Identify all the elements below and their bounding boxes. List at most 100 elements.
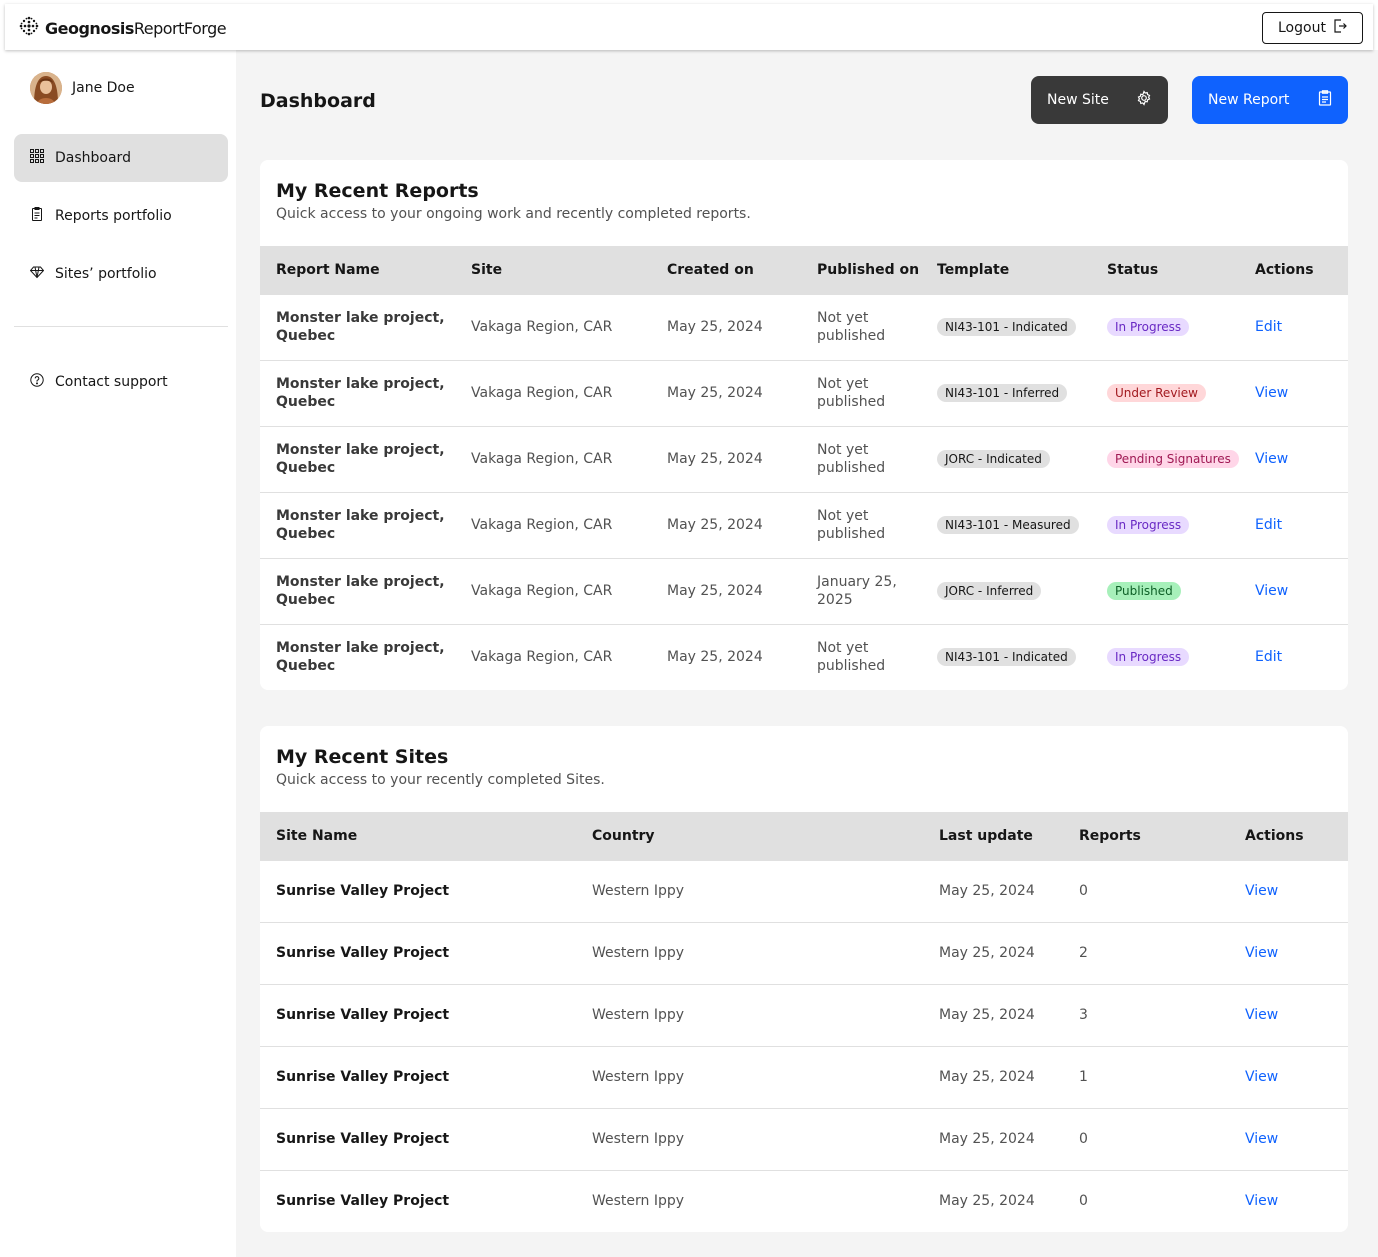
- column-header[interactable]: Status: [1091, 246, 1239, 294]
- status-cell: In Progress: [1091, 293, 1239, 360]
- table-row[interactable]: Monster lake project, Quebec Vakaga Regio…: [260, 623, 1348, 690]
- status-cell: Pending Signatures: [1091, 425, 1239, 492]
- clipboard-icon: [1318, 90, 1332, 110]
- last-update-cell: May 25, 2024: [923, 1107, 1063, 1170]
- table-row[interactable]: Sunrise Valley Project Western Ippy May 25…: [260, 1045, 1348, 1108]
- table-row[interactable]: Sunrise Valley Project Western Ippy May 25…: [260, 859, 1348, 922]
- table-row[interactable]: Monster lake project, Quebec Vakaga Regio…: [260, 359, 1348, 426]
- new-site-button[interactable]: New Site: [1031, 76, 1168, 124]
- column-header: Actions: [1239, 246, 1348, 294]
- status-badge: Under Review: [1107, 384, 1206, 402]
- logout-label: Logout: [1278, 20, 1326, 36]
- logo[interactable]: GeognosisReportForge: [19, 16, 227, 40]
- table-row[interactable]: Sunrise Valley Project Western Ippy May 25…: [260, 983, 1348, 1046]
- action-cell: View: [1229, 1045, 1348, 1108]
- created-cell: May 25, 2024: [651, 623, 801, 690]
- action-cell: View: [1229, 983, 1348, 1046]
- table-row[interactable]: Sunrise Valley Project Western Ippy May 25…: [260, 921, 1348, 984]
- edit-link[interactable]: Edit: [1255, 319, 1282, 335]
- card-subtitle: Quick access to your recently completed …: [276, 772, 605, 788]
- table-row[interactable]: Sunrise Valley Project Western Ippy May 25…: [260, 1107, 1348, 1170]
- view-link[interactable]: View: [1255, 451, 1288, 467]
- column-header[interactable]: Template: [921, 246, 1091, 294]
- view-link[interactable]: View: [1245, 1131, 1278, 1147]
- view-link[interactable]: View: [1255, 583, 1288, 599]
- page-title: Dashboard: [260, 90, 376, 112]
- table-header-row: Report Name Site Created on Published on…: [260, 246, 1348, 294]
- action-cell: View: [1229, 859, 1348, 922]
- template-cell: NI43-101 - Measured: [921, 491, 1091, 558]
- view-link[interactable]: View: [1245, 883, 1278, 899]
- last-update-cell: May 25, 2024: [923, 983, 1063, 1046]
- country-cell: Western Ippy: [576, 859, 923, 922]
- reports-count-cell: 3: [1063, 983, 1229, 1046]
- new-report-label: New Report: [1208, 92, 1290, 108]
- action-cell: View: [1239, 359, 1348, 426]
- status-cell: In Progress: [1091, 491, 1239, 558]
- view-link[interactable]: View: [1245, 1007, 1278, 1023]
- column-header[interactable]: Site Name: [260, 812, 576, 860]
- table-row[interactable]: Monster lake project, Quebec Vakaga Regio…: [260, 293, 1348, 360]
- card-subtitle: Quick access to your ongoing work and re…: [276, 206, 751, 222]
- logout-button[interactable]: Logout: [1262, 12, 1363, 44]
- column-header[interactable]: Last update: [923, 812, 1063, 860]
- sidebar-item-reports-portfolio[interactable]: Reports portfolio: [14, 192, 228, 240]
- created-cell: May 25, 2024: [651, 557, 801, 624]
- new-site-label: New Site: [1047, 92, 1109, 108]
- column-header[interactable]: Site: [455, 246, 651, 294]
- edit-link[interactable]: Edit: [1255, 517, 1282, 533]
- column-header: Actions: [1229, 812, 1348, 860]
- last-update-cell: May 25, 2024: [923, 921, 1063, 984]
- site-cell: Vakaga Region, CAR: [455, 425, 651, 492]
- action-cell: Edit: [1239, 623, 1348, 690]
- recent-sites-card: My Recent Sites Quick access to your rec…: [260, 726, 1348, 1232]
- template-tag: JORC - Indicated: [937, 450, 1050, 468]
- template-cell: JORC - Indicated: [921, 425, 1091, 492]
- created-cell: May 25, 2024: [651, 491, 801, 558]
- country-cell: Western Ippy: [576, 1045, 923, 1108]
- column-header[interactable]: Reports: [1063, 812, 1229, 860]
- view-link[interactable]: View: [1245, 1193, 1278, 1209]
- published-cell: Not yet published: [801, 293, 921, 360]
- table-row[interactable]: Monster lake project, Quebec Vakaga Regio…: [260, 425, 1348, 492]
- sidebar-item-dashboard[interactable]: Dashboard: [14, 134, 228, 182]
- action-cell: View: [1239, 425, 1348, 492]
- view-link[interactable]: View: [1245, 1069, 1278, 1085]
- template-cell: NI43-101 - Inferred: [921, 359, 1091, 426]
- site-cell: Vakaga Region, CAR: [455, 557, 651, 624]
- table-row[interactable]: Monster lake project, Quebec Vakaga Regio…: [260, 557, 1348, 624]
- table-row[interactable]: Monster lake project, Quebec Vakaga Regio…: [260, 491, 1348, 558]
- sites-table: Site Name Country Last update Reports Ac…: [260, 812, 1348, 1232]
- site-name-cell: Sunrise Valley Project: [260, 859, 576, 922]
- column-header[interactable]: Country: [576, 812, 923, 860]
- status-badge: Pending Signatures: [1107, 450, 1239, 468]
- logout-icon: [1332, 18, 1348, 38]
- recent-reports-card: My Recent Reports Quick access to your o…: [260, 160, 1348, 690]
- template-tag: NI43-101 - Inferred: [937, 384, 1068, 402]
- status-cell: Published: [1091, 557, 1239, 624]
- table-row[interactable]: Sunrise Valley Project Western Ippy May 25…: [260, 1169, 1348, 1232]
- action-cell: View: [1229, 921, 1348, 984]
- user-profile[interactable]: Jane Doe: [30, 72, 135, 104]
- sidebar-item-sites-portfolio[interactable]: Sites’ portfolio: [14, 250, 228, 298]
- report-name-cell: Monster lake project, Quebec: [260, 425, 455, 492]
- grid-icon: [30, 149, 44, 167]
- report-name-cell: Monster lake project, Quebec: [260, 491, 455, 558]
- reports-count-cell: 0: [1063, 1107, 1229, 1170]
- view-link[interactable]: View: [1255, 385, 1288, 401]
- new-report-button[interactable]: New Report: [1192, 76, 1348, 124]
- column-header[interactable]: Report Name: [260, 246, 455, 294]
- reports-table: Report Name Site Created on Published on…: [260, 246, 1348, 690]
- status-badge: Published: [1107, 582, 1181, 600]
- site-cell: Vakaga Region, CAR: [455, 491, 651, 558]
- published-cell: January 25, 2025: [801, 557, 921, 624]
- edit-link[interactable]: Edit: [1255, 649, 1282, 665]
- view-link[interactable]: View: [1245, 945, 1278, 961]
- sidebar-item-contact-support[interactable]: Contact support: [14, 358, 228, 406]
- published-cell: Not yet published: [801, 359, 921, 426]
- sidebar-item-label: Reports portfolio: [55, 208, 172, 224]
- site-cell: Vakaga Region, CAR: [455, 359, 651, 426]
- column-header[interactable]: Published on: [801, 246, 921, 294]
- column-header[interactable]: Created on: [651, 246, 801, 294]
- user-name: Jane Doe: [72, 80, 135, 96]
